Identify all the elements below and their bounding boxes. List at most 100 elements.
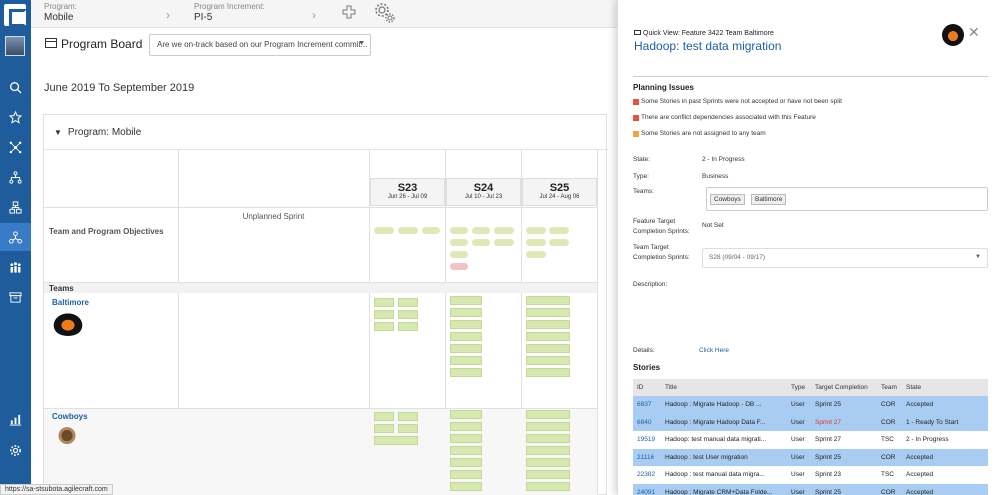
feature-card[interactable] — [374, 412, 394, 421]
feature-card[interactable] — [526, 410, 570, 419]
feature-card[interactable] — [526, 446, 570, 455]
teams-field[interactable]: Cowboys Baltimore — [706, 187, 988, 211]
team-tag[interactable]: Cowboys — [710, 194, 745, 205]
objective-pill[interactable] — [494, 227, 514, 234]
feature-card[interactable] — [450, 320, 482, 329]
star-icon[interactable] — [0, 103, 31, 131]
table-row[interactable]: 24091 Hadoop : Migrate CRM+Data Folde... U… — [633, 483, 988, 495]
details-link[interactable]: Click Here — [699, 347, 729, 354]
objective-pill[interactable] — [450, 263, 468, 270]
feature-card[interactable] — [526, 368, 570, 377]
objective-pill[interactable] — [398, 227, 418, 234]
network-icon[interactable] — [0, 133, 31, 161]
feature-card[interactable] — [526, 356, 570, 365]
search-icon[interactable] — [0, 73, 31, 101]
chart-icon[interactable] — [0, 405, 31, 433]
sprint-header[interactable]: S25 Jul 24 - Aug 06 — [522, 178, 597, 206]
feature-card[interactable] — [398, 310, 418, 319]
team-target-select[interactable]: S28 (09/04 - 09/17) ▼ — [702, 248, 988, 268]
feature-card[interactable] — [450, 332, 482, 341]
user-avatar[interactable] — [5, 36, 25, 56]
sprint-header[interactable]: S24 Jul 10 - Jul 23 — [446, 178, 521, 206]
team-icon[interactable] — [0, 223, 31, 251]
team-tag[interactable]: Baltimore — [751, 194, 787, 205]
feature-card[interactable] — [450, 422, 482, 431]
objective-pill[interactable] — [526, 239, 546, 246]
table-row[interactable]: 19519 Hadoop: test manual data migrati...… — [633, 431, 988, 449]
feature-card[interactable] — [526, 320, 570, 329]
app-logo[interactable] — [4, 4, 27, 27]
objective-pill[interactable] — [472, 227, 490, 234]
feature-card[interactable] — [526, 332, 570, 341]
add-icon[interactable] — [342, 5, 356, 22]
feature-card[interactable] — [450, 356, 482, 365]
story-id[interactable]: 21116 — [633, 448, 661, 466]
feature-card[interactable] — [374, 424, 394, 433]
feature-card[interactable] — [374, 436, 418, 445]
feature-card[interactable] — [450, 434, 482, 443]
column-header[interactable]: Title — [661, 379, 787, 396]
query-dropdown[interactable]: Are we on-track based on our Program Inc… — [149, 34, 371, 56]
objective-pill[interactable] — [526, 227, 546, 234]
feature-card[interactable] — [398, 322, 418, 331]
story-id[interactable]: 19519 — [633, 431, 661, 449]
settings-icon[interactable] — [0, 436, 31, 464]
column-header[interactable]: Target Completion — [811, 379, 877, 396]
column-header[interactable]: Type — [787, 379, 811, 396]
column-header[interactable]: State — [902, 379, 988, 396]
objective-pill[interactable] — [526, 251, 546, 258]
feature-card[interactable] — [398, 298, 418, 307]
sprint-header[interactable]: S23 Jun 26 - Jul 09 — [370, 178, 445, 206]
objective-pill[interactable] — [450, 227, 468, 234]
feature-card[interactable] — [526, 458, 570, 467]
feature-card[interactable] — [450, 308, 482, 317]
objective-pill[interactable] — [549, 239, 569, 246]
feature-card[interactable] — [374, 310, 394, 319]
table-row[interactable]: 6840 Hadoop : Migrate Hadoop Data F... Use… — [633, 413, 988, 431]
close-icon[interactable]: ✕ — [968, 24, 980, 41]
feature-card[interactable] — [450, 470, 482, 479]
archive-icon[interactable] — [0, 283, 31, 311]
feature-card[interactable] — [526, 308, 570, 317]
story-id[interactable]: 6840 — [633, 413, 661, 431]
story-id[interactable]: 24091 — [633, 483, 661, 495]
objective-pill[interactable] — [472, 239, 490, 246]
team-name-cowboys[interactable]: Cowboys — [52, 412, 88, 421]
feature-card[interactable] — [450, 482, 482, 491]
objective-pill[interactable] — [494, 239, 514, 246]
state-value[interactable]: 2 - In Progress — [702, 156, 745, 163]
feature-card[interactable] — [450, 410, 482, 419]
feature-card[interactable] — [398, 424, 418, 433]
hierarchy-icon[interactable] — [0, 163, 31, 191]
objective-pill[interactable] — [374, 227, 394, 234]
story-id[interactable]: 6837 — [633, 396, 661, 414]
feature-card[interactable] — [450, 296, 482, 305]
column-header[interactable]: Team — [877, 379, 902, 396]
feature-card[interactable] — [526, 434, 570, 443]
objective-pill[interactable] — [450, 239, 468, 246]
objective-pill[interactable] — [450, 251, 468, 258]
program-selector[interactable]: Program: Mobile — [44, 2, 77, 23]
team-name-baltimore[interactable]: Baltimore — [52, 298, 89, 307]
org-chart-icon[interactable] — [0, 193, 31, 221]
feature-card[interactable] — [450, 446, 482, 455]
feature-card[interactable] — [526, 482, 570, 491]
program-header[interactable]: ▼ Program: Mobile — [54, 127, 141, 138]
quick-view-title[interactable]: Hadoop: test data migration — [634, 39, 781, 53]
objective-pill[interactable] — [422, 227, 440, 234]
table-row[interactable]: 22382 Hadoop : test manual data migra... U… — [633, 466, 988, 484]
pi-selector[interactable]: Program Increment: PI-5 — [194, 2, 265, 23]
people-icon[interactable] — [0, 253, 31, 281]
type-value[interactable]: Business — [702, 173, 728, 180]
table-row[interactable]: 6837 Hadoop : Migrate Hadoop - DB ... User… — [633, 396, 988, 414]
feature-card[interactable] — [526, 344, 570, 353]
feature-card[interactable] — [450, 458, 482, 467]
gears-icon[interactable] — [374, 2, 396, 27]
feature-card[interactable] — [450, 344, 482, 353]
objective-pill[interactable] — [549, 227, 569, 234]
feature-card[interactable] — [450, 368, 482, 377]
feature-card[interactable] — [526, 422, 570, 431]
feature-card[interactable] — [526, 470, 570, 479]
feature-card[interactable] — [374, 298, 394, 307]
table-row[interactable]: 21116 Hadoop : test User migration User Spr… — [633, 448, 988, 466]
